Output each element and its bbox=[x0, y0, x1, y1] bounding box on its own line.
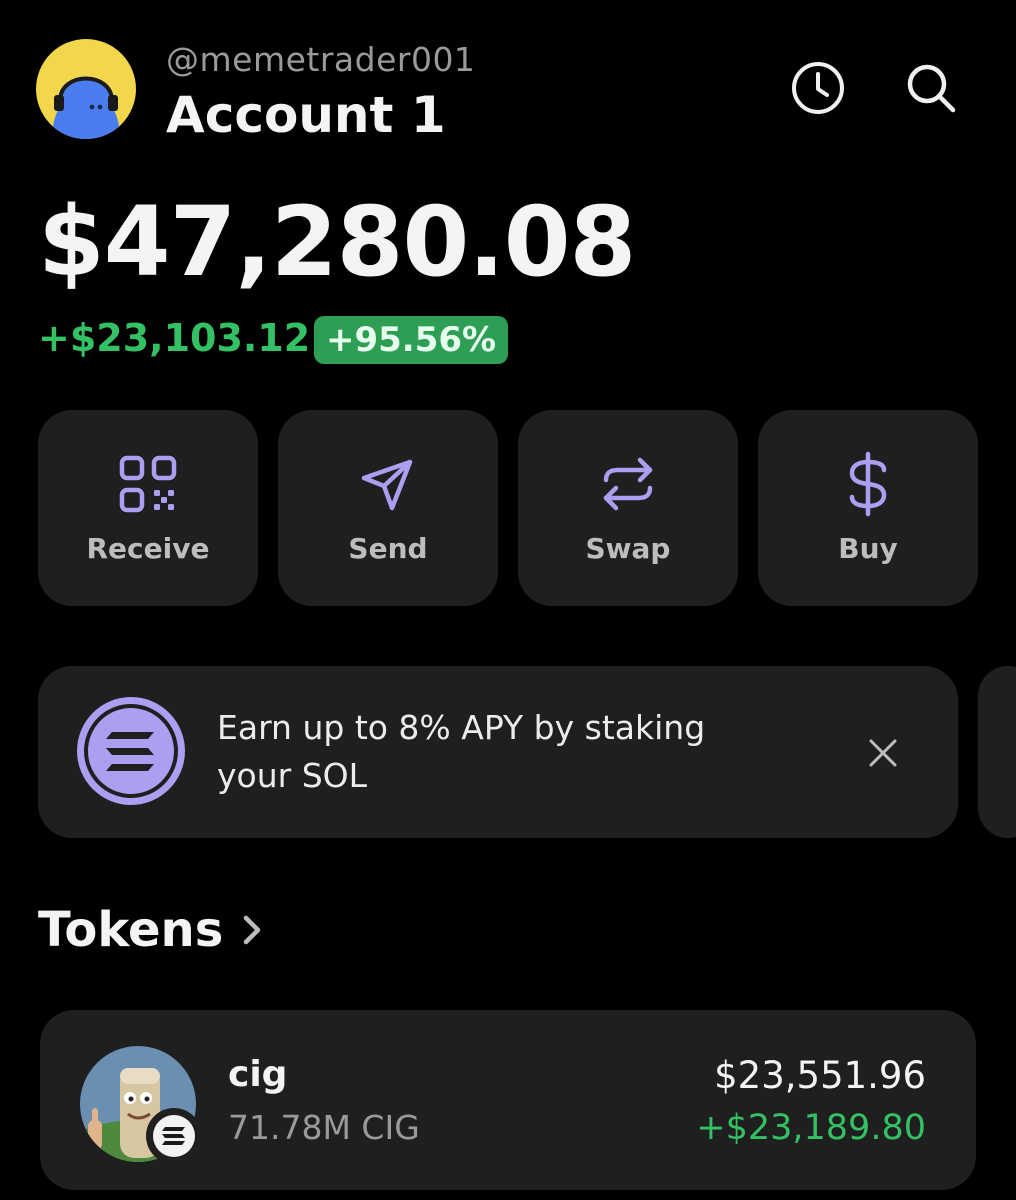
qr-code-icon bbox=[116, 452, 180, 516]
close-icon[interactable] bbox=[858, 728, 908, 778]
send-button[interactable]: Send bbox=[278, 410, 498, 606]
receive-button[interactable]: Receive bbox=[38, 410, 258, 606]
avatar[interactable] bbox=[36, 39, 136, 139]
send-label: Send bbox=[348, 532, 428, 565]
balance-change-percent-badge: +95.56% bbox=[314, 316, 509, 364]
token-value: $23,551.96 bbox=[714, 1054, 926, 1097]
send-icon bbox=[356, 452, 420, 516]
token-change: +$23,189.80 bbox=[696, 1108, 926, 1148]
balance-change-amount: +$23,103.12 bbox=[38, 316, 311, 360]
token-quantity: 71.78M CIG bbox=[228, 1108, 420, 1147]
buy-label: Buy bbox=[838, 532, 898, 565]
chevron-right-icon bbox=[237, 910, 267, 950]
username: @memetrader001 bbox=[166, 40, 476, 79]
search-icon[interactable] bbox=[903, 60, 959, 116]
next-banner-card[interactable] bbox=[978, 666, 1016, 838]
receive-label: Receive bbox=[86, 532, 210, 565]
tokens-section-header[interactable]: Tokens bbox=[38, 902, 267, 958]
swap-icon bbox=[596, 452, 660, 516]
staking-banner-text: Earn up to 8% APY by staking your SOL bbox=[217, 708, 706, 795]
clock-icon[interactable] bbox=[790, 60, 846, 116]
swap-label: Swap bbox=[585, 532, 671, 565]
dollar-icon bbox=[836, 451, 900, 517]
buy-button[interactable]: Buy bbox=[758, 410, 978, 606]
solana-icon bbox=[74, 694, 188, 808]
staking-banner[interactable]: Earn up to 8% APY by staking your SOL bbox=[38, 666, 958, 838]
account-name[interactable]: Account 1 bbox=[166, 86, 446, 144]
swap-button[interactable]: Swap bbox=[518, 410, 738, 606]
token-name: cig bbox=[228, 1054, 288, 1095]
total-balance: $47,280.08 bbox=[38, 186, 636, 298]
tokens-title: Tokens bbox=[38, 902, 224, 958]
token-row[interactable]: cig 71.78M CIG $23,551.96 +$23,189.80 bbox=[40, 1010, 976, 1190]
ghost-avatar-icon bbox=[36, 39, 136, 139]
solana-chain-badge-icon bbox=[146, 1108, 202, 1164]
